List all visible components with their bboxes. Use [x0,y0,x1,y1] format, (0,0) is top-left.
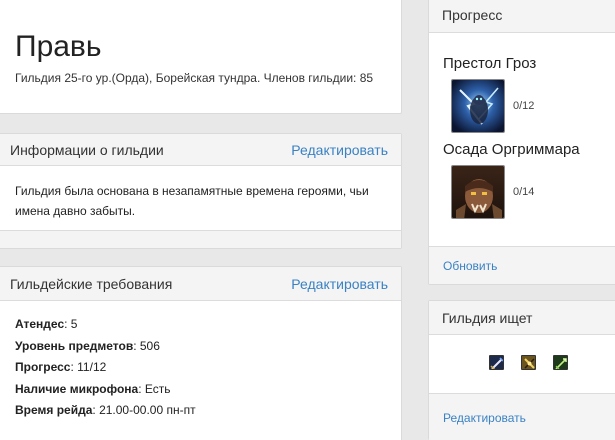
requirement-label: Наличие микрофона [15,381,139,396]
raid-name: Осада Оргриммара [443,141,580,158]
guild-info-panel: Информации о гильдии Редактировать Гильд… [0,133,402,249]
seeking-class-list [429,335,615,393]
requirements-list: Атендес: 5 Уровень предметов: 506 Прогре… [0,301,401,422]
raid-entry: Осада Оргриммара 0/14 [443,141,580,219]
guild-info-text: Гильдия была основана в незапамятные вре… [15,184,369,218]
requirement-value: : 11/12 [70,360,107,374]
requirement-label: Уровень предметов [15,338,134,353]
requirement-label: Атендес [15,317,65,331]
orc-warchief-icon[interactable] [451,165,505,219]
blade-class-icon[interactable] [488,355,504,370]
requirement-item: Время рейда: 21.00-00.00 пн-пт [15,400,383,422]
edit-info-link[interactable]: Редактировать [291,142,388,158]
seeking-header: Гильдия ищет [429,301,615,335]
seeking-heading: Гильдия ищет [442,309,533,326]
guild-seeking-panel: Гильдия ищет Редактировать [428,300,615,440]
requirements-header: Гильдейские требования Редактировать [0,267,401,301]
requirement-value: : Есть [138,381,171,396]
raid-progress-row: 0/14 [451,165,580,219]
shield-class-icon[interactable] [520,355,536,370]
guild-info-heading: Информации о гильдии [10,141,164,158]
raid-entry: Престол Гроз 0/12 [443,55,536,133]
edit-seeking-link[interactable]: Редактировать [443,411,526,425]
requirement-value: : 5 [64,317,78,331]
requirement-item: Прогресс: 11/12 [15,357,383,379]
raid-progress-row: 0/12 [451,79,536,133]
guild-info-header: Информации о гильдии Редактировать [0,134,401,166]
progress-footer: Обновить [429,246,615,284]
progress-heading: Прогресс [442,6,503,23]
guild-subtitle: Гильдия 25-го ур.(Орда), Борейская тундр… [15,71,374,85]
seeking-footer: Редактировать [429,393,615,440]
guild-requirements-panel: Гильдейские требования Редактировать Ате… [0,266,402,440]
refresh-link[interactable]: Обновить [443,259,497,273]
raid-name: Престол Гроз [443,55,537,72]
requirement-label: Прогресс [15,360,71,374]
requirements-heading: Гильдейские требования [10,275,173,292]
requirement-item: Атендес: 5 [15,314,383,336]
requirement-label: Время рейда [15,403,93,417]
guild-info-footer [0,230,401,248]
arrow-class-icon[interactable] [552,355,568,370]
progress-header: Прогресс [429,0,615,33]
requirement-value: : 21.00-00.00 пн-пт [92,403,196,417]
requirement-value: : 506 [133,338,160,353]
requirement-item: Уровень предметов: 506 [15,336,383,358]
guild-name: Правь [15,30,102,63]
edit-requirements-link[interactable]: Редактировать [291,276,388,292]
progress-panel: Прогресс Престол Гроз 0/12 Осада Оргримм… [428,0,615,285]
raid-progress-count: 0/12 [513,100,535,112]
guild-title-panel: Правь Гильдия 25-го ур.(Орда), Борейская… [0,0,402,114]
requirement-item: Наличие микрофона: Есть [15,379,383,401]
lightning-boss-icon[interactable] [451,79,505,133]
raid-progress-count: 0/14 [513,186,535,198]
